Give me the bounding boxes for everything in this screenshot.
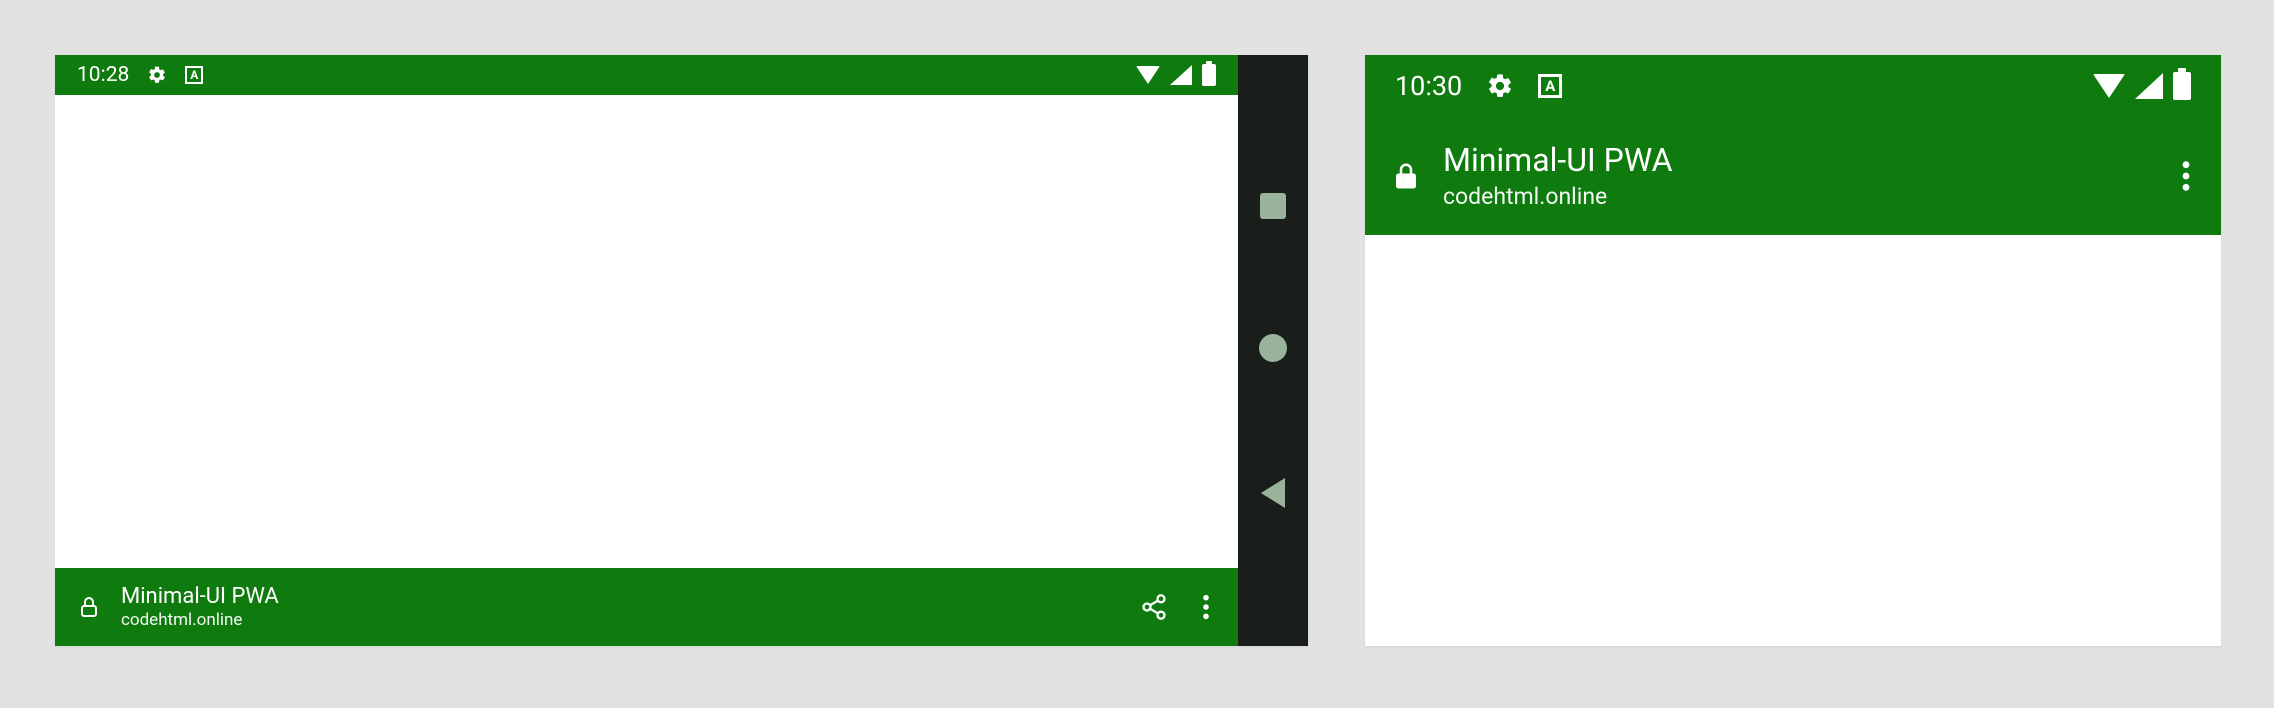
lock-icon — [77, 595, 101, 619]
status-right-group — [2093, 72, 2191, 100]
battery-icon — [1202, 64, 1216, 86]
battery-icon — [2173, 72, 2191, 100]
status-left-group: 10:28 A — [77, 63, 203, 87]
signal-icon — [2135, 73, 2163, 99]
device-landscape: 10:28 A Minimal-UI PWA codehtml.online — [55, 55, 1308, 646]
more-options-icon[interactable] — [1188, 593, 1216, 621]
language-icon: A — [185, 66, 203, 84]
home-button[interactable] — [1259, 334, 1287, 362]
back-button[interactable] — [1261, 478, 1285, 508]
lock-icon — [1391, 161, 1421, 191]
webview-content[interactable] — [55, 95, 1238, 568]
wifi-icon — [2093, 74, 2125, 98]
app-title: Minimal-UI PWA — [121, 583, 279, 611]
more-options-icon[interactable] — [2181, 159, 2191, 193]
app-bar-titles: Minimal-UI PWA codehtml.online — [1443, 140, 1672, 211]
gear-icon — [1486, 72, 1514, 100]
status-left-group: 10:30 A — [1395, 70, 1562, 102]
screen-area: 10:28 A Minimal-UI PWA codehtml.online — [55, 55, 1238, 646]
signal-icon — [1170, 65, 1192, 85]
webview-content[interactable] — [1365, 235, 2221, 646]
app-subtitle: codehtml.online — [1443, 182, 1672, 212]
app-subtitle: codehtml.online — [121, 610, 279, 631]
app-bar: Minimal-UI PWA codehtml.online — [55, 568, 1238, 646]
status-bar: 10:30 A — [1365, 55, 2221, 117]
app-bar: Minimal-UI PWA codehtml.online — [1365, 117, 2221, 235]
system-nav-bar — [1238, 55, 1308, 646]
overview-button[interactable] — [1260, 193, 1286, 219]
device-portrait: 10:30 A Minimal-UI PWA codehtml.online — [1365, 55, 2221, 646]
share-icon[interactable] — [1140, 593, 1168, 621]
gear-icon — [147, 65, 167, 85]
status-bar: 10:28 A — [55, 55, 1238, 95]
app-bar-titles: Minimal-UI PWA codehtml.online — [121, 583, 279, 632]
language-icon: A — [1538, 74, 1562, 98]
status-right-group — [1136, 64, 1216, 86]
wifi-icon — [1136, 66, 1160, 84]
app-title: Minimal-UI PWA — [1443, 140, 1672, 182]
status-time: 10:28 — [77, 63, 129, 87]
status-time: 10:30 — [1395, 70, 1462, 102]
